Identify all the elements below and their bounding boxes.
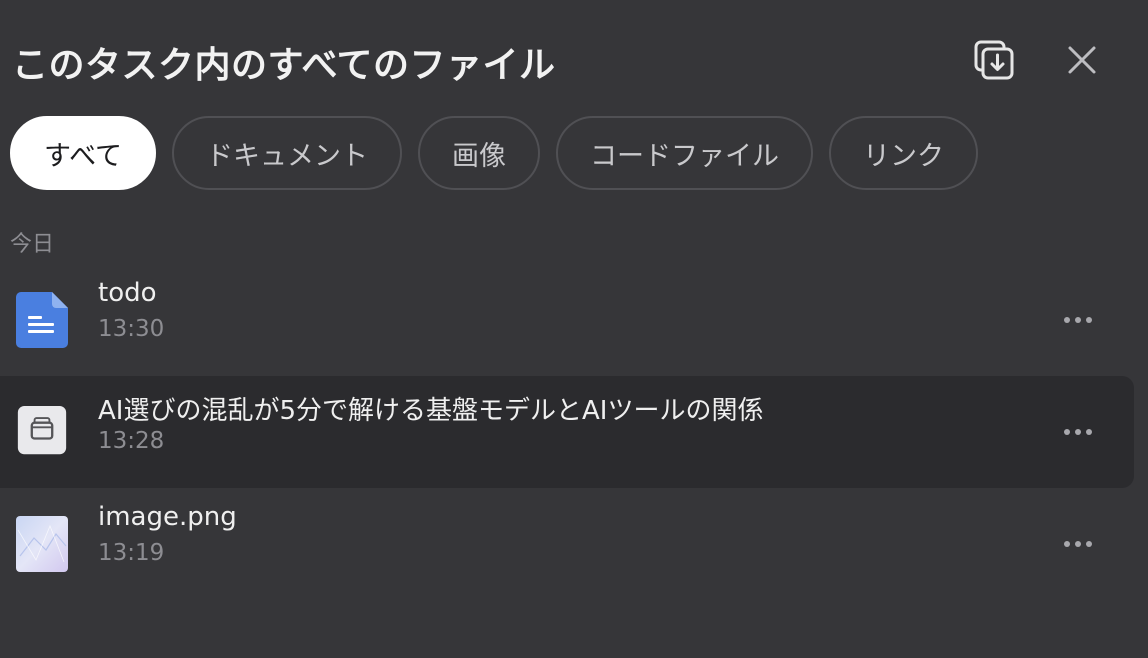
more-dot (1075, 429, 1081, 435)
more-dot (1086, 317, 1092, 323)
more-options-button[interactable] (1058, 412, 1098, 452)
more-dot (1075, 317, 1081, 323)
files-panel: このタスク内のすべてのファイル すべて ドキュメント 画像 コードファイル リン… (0, 0, 1148, 658)
file-row-todo[interactable]: todo 13:30 (0, 264, 1134, 376)
file-name: image.png (98, 502, 237, 532)
more-dot (1086, 429, 1092, 435)
image-thumbnail-icon (16, 516, 68, 572)
webpage-icon (17, 406, 67, 455)
file-name: todo (98, 278, 157, 308)
more-dot (1086, 541, 1092, 547)
download-all-button[interactable] (970, 36, 1018, 84)
panel-title: このタスク内のすべてのファイル (12, 45, 556, 86)
file-row-webpage[interactable]: AI選びの混乱が5分で解ける基盤モデルとAIツールの関係 13:28 (0, 376, 1134, 488)
file-time: 13:19 (98, 540, 165, 566)
file-row-image[interactable]: image.png 13:19 (0, 488, 1134, 600)
close-icon (1068, 46, 1096, 74)
filter-code-files[interactable]: コードファイル (556, 116, 814, 190)
filter-all[interactable]: すべて (10, 116, 157, 190)
file-time: 13:28 (98, 428, 165, 454)
more-dot (1064, 541, 1070, 547)
close-button[interactable] (1058, 36, 1106, 84)
section-label-today: 今日 (10, 232, 55, 257)
download-icon (974, 40, 1014, 80)
filter-tabs: すべて ドキュメント 画像 コードファイル リンク (10, 116, 979, 190)
more-dot (1064, 429, 1070, 435)
file-time: 13:30 (98, 316, 165, 342)
filter-links[interactable]: リンク (829, 116, 979, 190)
filter-images[interactable]: 画像 (418, 116, 541, 190)
more-options-button[interactable] (1058, 300, 1098, 340)
more-options-button[interactable] (1058, 524, 1098, 564)
file-name: AI選びの混乱が5分で解ける基盤モデルとAIツールの関係 (98, 396, 764, 426)
more-dot (1075, 541, 1081, 547)
filter-documents[interactable]: ドキュメント (172, 116, 403, 190)
document-icon (16, 292, 68, 348)
more-dot (1064, 317, 1070, 323)
